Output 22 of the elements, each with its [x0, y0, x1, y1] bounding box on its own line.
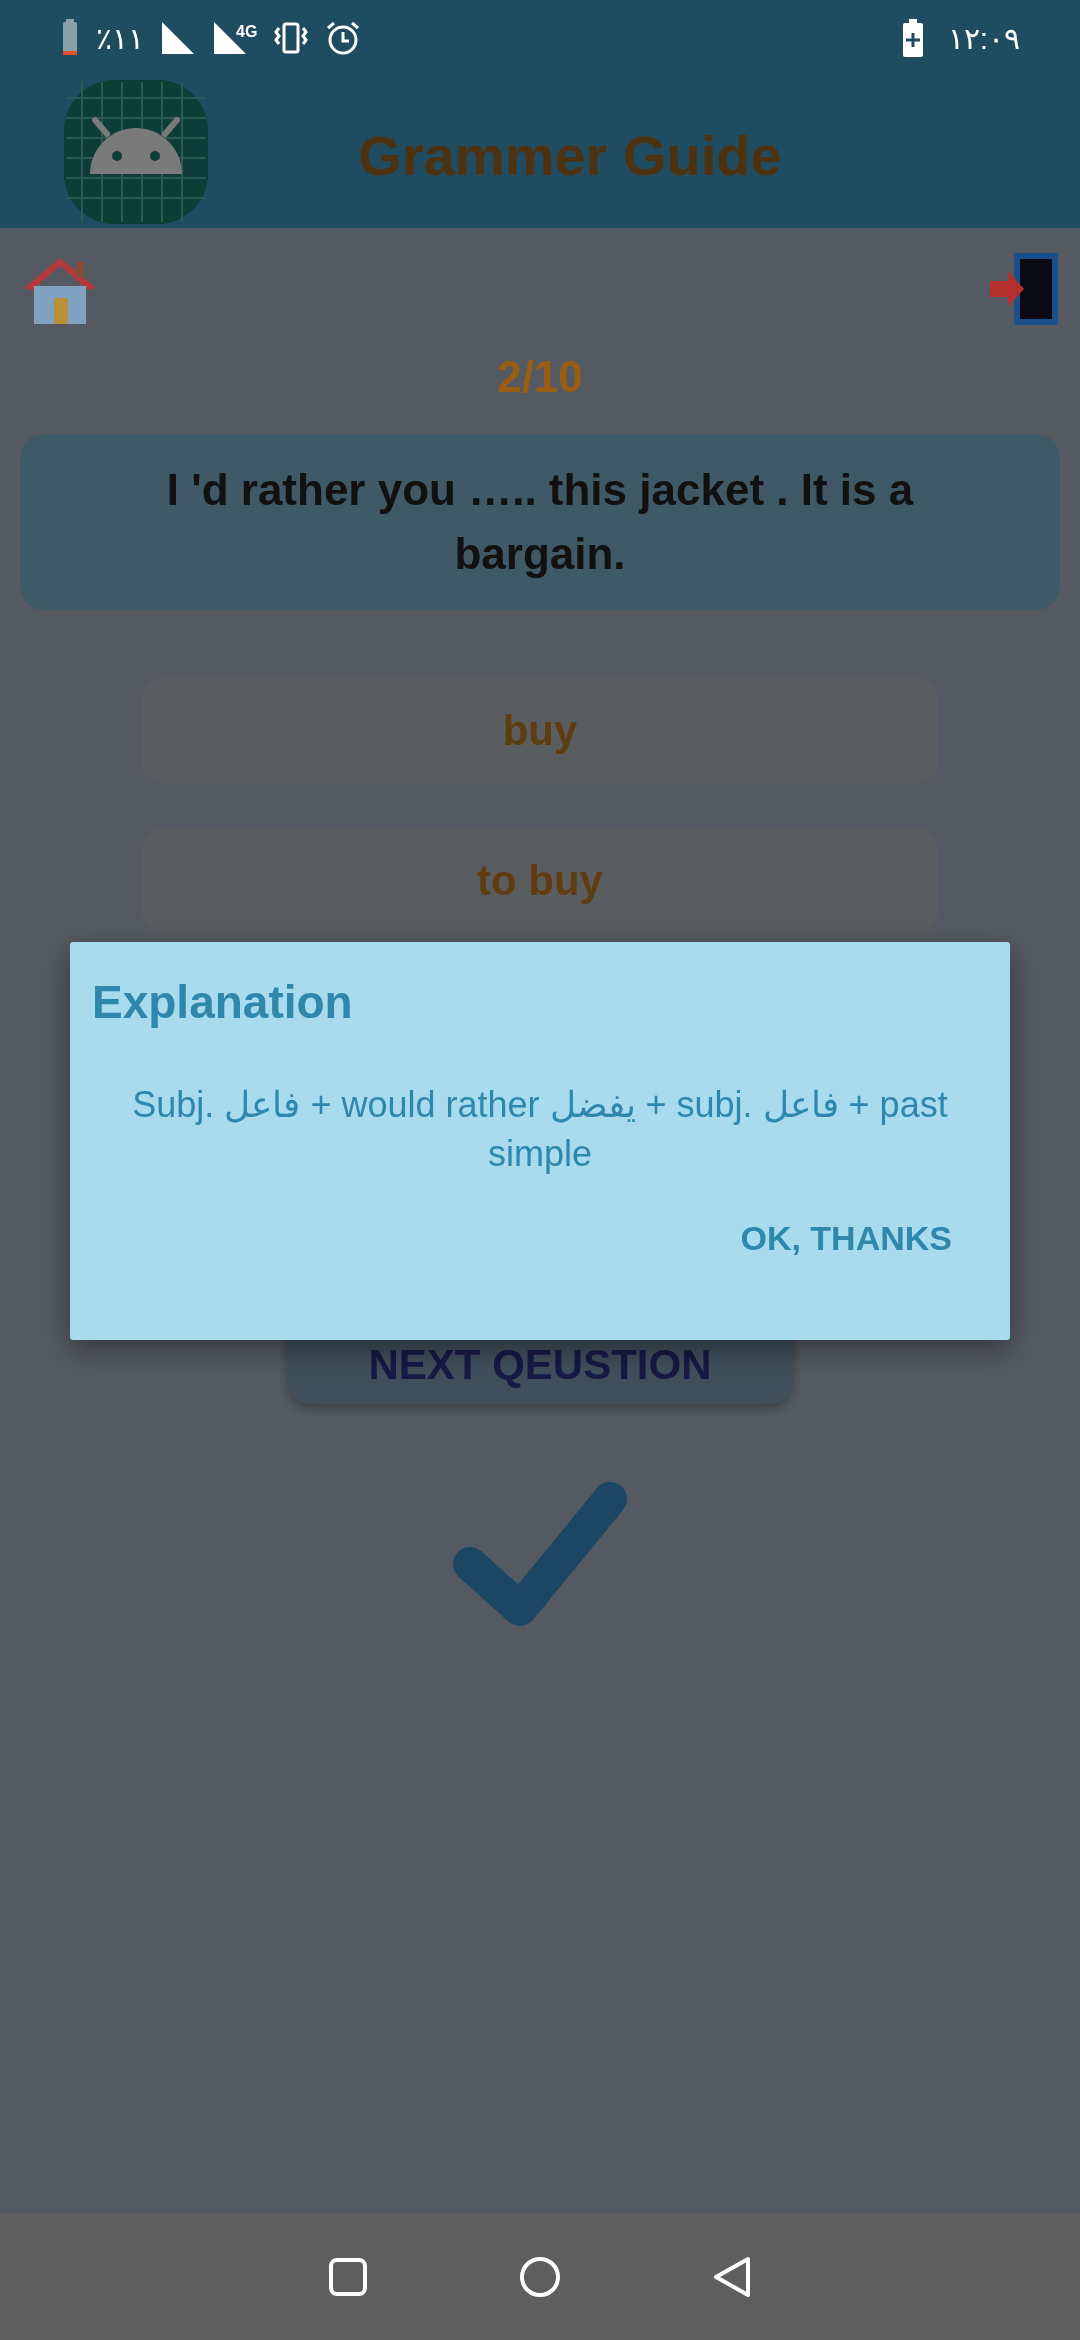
battery-percent: ٪١١	[96, 20, 144, 57]
question-text: I 'd rather you ….. this jacket . It is a bargain.	[20, 434, 1060, 610]
recents-button[interactable]	[328, 2256, 368, 2297]
triangle-icon	[712, 2254, 752, 2299]
dialog-message: Subj. فاعل + would rather يفضل + subj. فاعل + past simple	[131, 1083, 949, 1176]
square-icon	[328, 2256, 368, 2297]
app-title: Grammer Guide	[357, 123, 783, 189]
vibrate-icon	[273, 20, 310, 56]
clock-time: ١٢:٠٩	[947, 20, 1020, 57]
battery-icon	[60, 19, 80, 57]
alarm-icon	[325, 20, 362, 56]
battery-charging-icon	[901, 19, 924, 57]
ok-button[interactable]: OK, THANKS	[734, 1212, 958, 1266]
answer-option[interactable]: to buy	[142, 827, 938, 934]
circle-icon	[518, 2254, 562, 2299]
answer-option[interactable]: buy	[142, 677, 938, 784]
signal-icon	[160, 20, 196, 56]
network-type: 4G	[236, 22, 258, 42]
back-button[interactable]	[712, 2254, 752, 2299]
question-counter: 2/10	[496, 351, 584, 403]
home-nav-button[interactable]	[518, 2254, 562, 2299]
dialog-title: Explanation	[92, 975, 354, 1030]
